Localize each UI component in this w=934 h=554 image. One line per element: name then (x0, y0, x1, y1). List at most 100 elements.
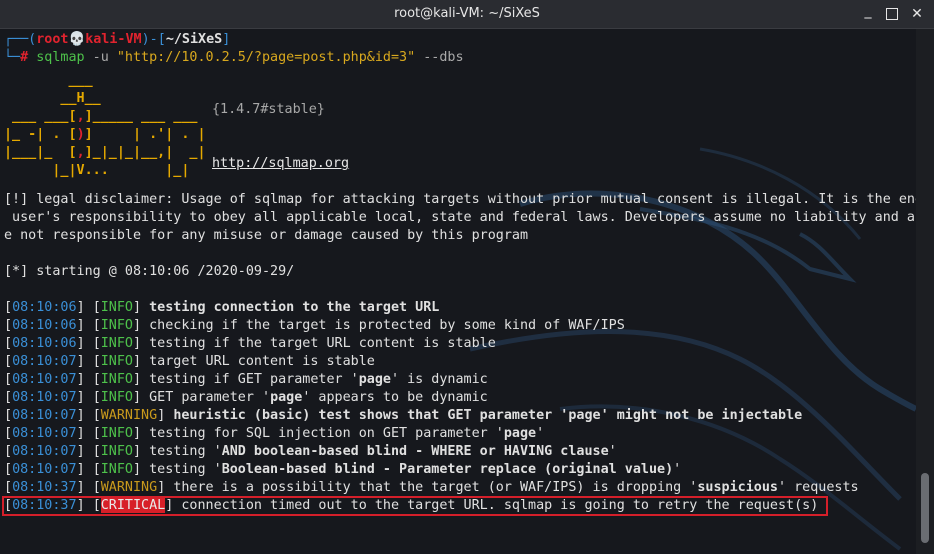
log-line: [08:10:07] [WARNING] heuristic (basic) t… (4, 407, 802, 425)
log-bracket: ] (133, 336, 142, 351)
log-message: ' appears to be dynamic (302, 390, 488, 405)
window-title: root@kali-VM: ~/SiXeS (394, 6, 540, 21)
log-space (85, 444, 93, 459)
log-level-badge: INFO (100, 318, 133, 333)
log-timestamp: 08:10:07 (12, 444, 77, 459)
log-space (85, 372, 93, 387)
log-space (141, 462, 149, 477)
log-level-badge: INFO (100, 462, 133, 477)
log-message: testing for SQL injection on GET paramet… (149, 426, 504, 441)
log-bracket: ] (76, 462, 85, 477)
log-level-badge: WARNING (100, 480, 158, 495)
log-bracket: [ (4, 426, 13, 441)
log-space (85, 318, 93, 333)
log-bracket: ] (76, 426, 85, 441)
log-bracket: ] (133, 372, 142, 387)
log-message: heuristic (basic) test shows that GET pa… (173, 408, 569, 423)
log-space (85, 408, 93, 423)
log-timestamp: 08:10:37 (12, 480, 77, 495)
log-timestamp: 08:10:06 (12, 318, 77, 333)
log-bracket: [ (92, 480, 101, 495)
prompt-path: ~/SiXeS (165, 32, 223, 47)
log-space (85, 426, 93, 441)
log-bracket: [ (92, 462, 101, 477)
critical-highlight-box (2, 496, 828, 516)
log-bracket: [ (4, 372, 13, 387)
log-bracket: ] (133, 444, 142, 459)
log-bracket: ] (76, 318, 85, 333)
log-timestamp: 08:10:07 (12, 408, 77, 423)
prompt-user: root (36, 32, 69, 47)
log-message: target URL content is stable (149, 354, 375, 369)
log-bracket: [ (4, 300, 13, 315)
prompt-line-2: └─# sqlmap -u "http://10.0.2.5/?page=pos… (4, 49, 464, 67)
log-line: [08:10:06] [INFO] testing connection to … (4, 299, 439, 317)
log-bracket: [ (4, 318, 13, 333)
log-bracket: [ (92, 426, 101, 441)
maximize-button[interactable] (884, 6, 900, 22)
log-bracket: [ (92, 318, 101, 333)
scrollbar[interactable] (916, 29, 934, 554)
log-message: ' requests (777, 480, 859, 495)
log-bracket: ] (133, 390, 142, 405)
prompt-frame-bottom: └─ (4, 50, 21, 65)
log-timestamp: 08:10:07 (12, 462, 77, 477)
log-message: ' (608, 444, 617, 459)
log-timestamp: 08:10:07 (12, 372, 77, 387)
log-space (141, 372, 149, 387)
log-timestamp: 08:10:06 (12, 336, 77, 351)
starting-line: [*] starting @ 08:10:06 /2020-09-29/ (4, 264, 295, 279)
log-line: [08:10:07] [INFO] target URL content is … (4, 353, 375, 371)
close-button[interactable]: ✕ (909, 6, 925, 22)
log-param: AND boolean-based blind - WHERE or HAVIN… (221, 444, 609, 459)
log-message: ' (536, 426, 545, 441)
command-name: sqlmap (36, 50, 85, 65)
minimize-button[interactable]: _ (860, 3, 876, 19)
sqlmap-ascii-logo: ___ __H__ ___ ___[,]_____ ___ ___ |_ -| … (4, 73, 206, 178)
title-bar: root@kali-VM: ~/SiXeS _ ✕ (0, 0, 934, 29)
log-space (85, 390, 93, 405)
terminal-window: root@kali-VM: ~/SiXeS _ ✕ ┌──(root💀kali-… (0, 0, 934, 554)
sqlmap-version: {1.4.7#stable} (212, 102, 325, 117)
command-arg-u: -u (84, 50, 117, 65)
log-message: ' might not be injectable (600, 408, 803, 423)
log-level-badge: INFO (100, 390, 133, 405)
log-space (141, 354, 149, 369)
log-bracket: [ (92, 444, 101, 459)
log-timestamp: 08:10:06 (12, 300, 77, 315)
log-line: [08:10:37] [WARNING] there is a possibil… (4, 479, 859, 497)
prompt-line-1: ┌──(root💀kali-VM)-[~/SiXeS] (4, 31, 230, 49)
log-space (85, 354, 93, 369)
sqlmap-site-link[interactable]: http://sqlmap.org (212, 155, 349, 173)
log-bracket: ] (76, 300, 85, 315)
log-level-badge: INFO (100, 354, 133, 369)
log-line: [08:10:07] [INFO] testing 'AND boolean-b… (4, 443, 617, 461)
log-level-badge: INFO (100, 336, 133, 351)
log-message: testing if the target URL content is sta… (149, 336, 496, 351)
log-space (141, 300, 149, 315)
log-level-badge: INFO (100, 372, 133, 387)
command-arg-dbs: --dbs (415, 50, 464, 65)
log-timestamp: 08:10:07 (12, 426, 77, 441)
log-space (141, 444, 149, 459)
log-bracket: [ (4, 462, 13, 477)
log-param: page (503, 426, 537, 441)
disclaimer-line-2: user's responsibility to obey all applic… (4, 210, 916, 225)
log-level-badge: INFO (100, 426, 133, 441)
log-bracket: [ (4, 354, 13, 369)
log-message: ' (673, 462, 682, 477)
log-space (141, 390, 149, 405)
log-message: testing if GET parameter ' (149, 372, 359, 387)
log-line: [08:10:07] [INFO] testing if GET paramet… (4, 371, 488, 389)
log-bracket: ] (76, 408, 85, 423)
log-space (85, 480, 93, 495)
skull-icon: 💀 (68, 32, 86, 47)
log-line: [08:10:07] [INFO] testing for SQL inject… (4, 425, 544, 443)
log-timestamp: 08:10:07 (12, 390, 77, 405)
log-level-badge: WARNING (100, 408, 158, 423)
log-bracket: [ (4, 480, 13, 495)
scrollbar-thumb[interactable] (921, 473, 929, 543)
disclaimer-line-1: [!] legal disclaimer: Usage of sqlmap fo… (4, 192, 916, 207)
terminal-output[interactable]: ┌──(root💀kali-VM)-[~/SiXeS] └─# sqlmap -… (0, 29, 916, 554)
prompt-frame-mid: )-[ (141, 32, 166, 47)
